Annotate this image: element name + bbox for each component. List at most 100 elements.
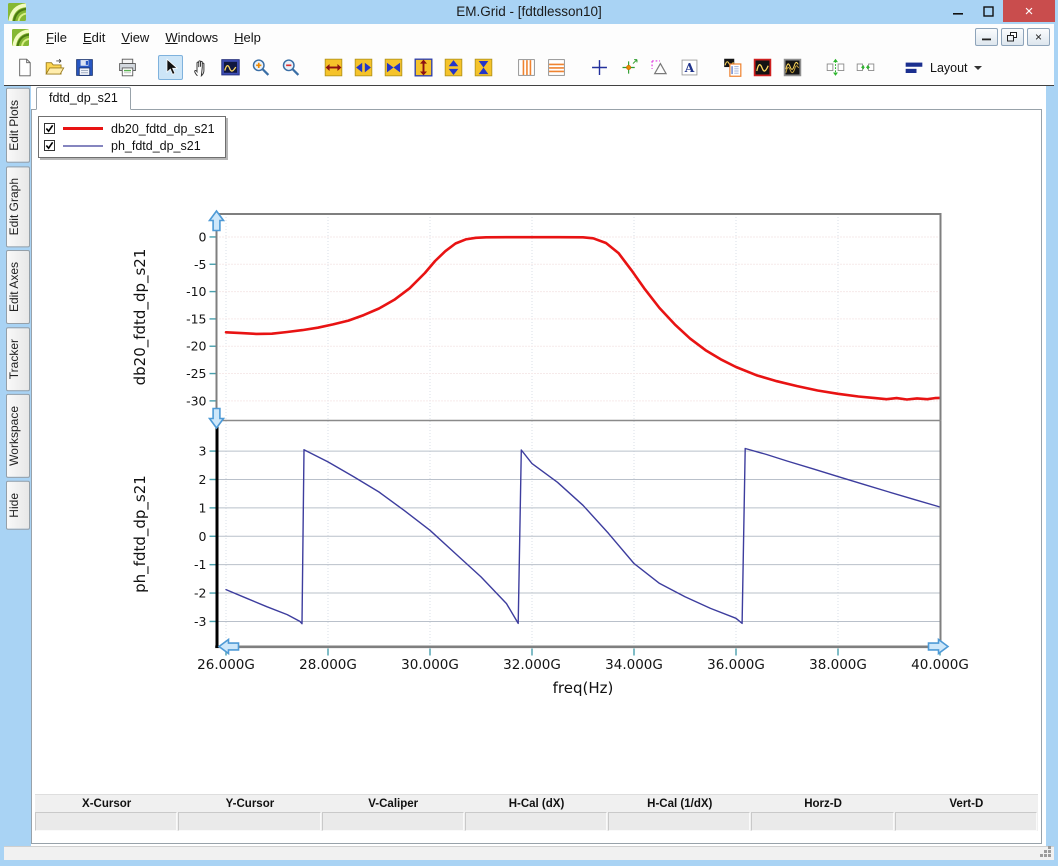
vertical-gridlines-button[interactable]	[514, 55, 539, 80]
traces-button[interactable]	[780, 55, 805, 80]
expand-x-button[interactable]	[321, 55, 346, 80]
h-expand-icon	[323, 57, 344, 78]
layout-menu-button[interactable]: Layout	[898, 55, 988, 81]
chevron-down-icon	[974, 66, 982, 70]
sidebar: Edit Plots Edit Graph Edit Axes Tracker Work…	[4, 86, 31, 846]
axes-cross-button[interactable]	[587, 55, 612, 80]
legend-line-sample	[63, 145, 103, 147]
legend-toggle-button[interactable]	[720, 55, 745, 80]
menu-view[interactable]: View	[113, 26, 157, 49]
select-tool-button[interactable]	[158, 55, 183, 80]
status-value-cell	[895, 812, 1037, 831]
x-tick-label: 40.000G	[911, 657, 969, 673]
x-tick-label: 26.000G	[197, 657, 255, 673]
legend-checkbox[interactable]	[44, 140, 55, 151]
pan-hand-icon	[190, 57, 211, 78]
status-col-h-cal-1-dx-: H-Cal (1/dX)	[608, 795, 751, 812]
zoom-in-button[interactable]	[248, 55, 273, 80]
menu-windows[interactable]: Windows	[157, 26, 226, 49]
minimize-button[interactable]	[943, 0, 973, 22]
h-distribute-icon	[855, 57, 876, 78]
status-value-cell	[465, 812, 607, 831]
status-value-cell	[35, 812, 177, 831]
mdi-restore-button[interactable]	[1001, 28, 1024, 46]
edit-trace-button[interactable]	[750, 55, 775, 80]
close-icon: ×	[1025, 4, 1034, 19]
x-tick-label: 34.000G	[605, 657, 663, 673]
sidebar-tab-edit-graph[interactable]: Edit Graph	[6, 166, 30, 247]
menu-help[interactable]: Help	[226, 26, 269, 49]
zoom-window-button[interactable]	[218, 55, 243, 80]
y-tick-label: -30	[186, 393, 206, 408]
menu-edit[interactable]: Edit	[75, 26, 113, 49]
legend-checkbox[interactable]	[44, 123, 55, 134]
h-in-icon	[383, 57, 404, 78]
sidebar-tab-edit-axes[interactable]: Edit Axes	[6, 250, 30, 324]
print-button[interactable]	[115, 55, 140, 80]
select-arrow-icon	[160, 57, 181, 78]
layout-label: Layout	[930, 61, 968, 75]
mdi-minimize-button[interactable]	[975, 28, 998, 46]
pan-tool-button[interactable]	[188, 55, 213, 80]
distribute-vertical-button[interactable]	[823, 55, 848, 80]
sidebar-tab-tracker[interactable]: Tracker	[6, 327, 30, 391]
plot-canvas[interactable]: 0-5-10-15-20-25-30db20_fdtd_dp_s213210-1…	[32, 110, 1041, 810]
axis-arrow-right-icon[interactable]	[929, 640, 949, 654]
mdi-close-icon: ×	[1035, 32, 1042, 42]
close-button[interactable]: ×	[1003, 0, 1055, 22]
tab-fdtd-dp-s21[interactable]: fdtd_dp_s21	[36, 87, 131, 110]
caliper-icon	[649, 57, 670, 78]
mdi-restore-icon	[1007, 32, 1018, 42]
maximize-button[interactable]	[973, 0, 1003, 22]
zoom-in-icon	[250, 57, 271, 78]
status-col-horz-d: Horz-D	[751, 795, 894, 812]
status-value-cell	[322, 812, 464, 831]
shrink-x-button[interactable]	[381, 55, 406, 80]
sidebar-tab-edit-plots[interactable]: Edit Plots	[6, 88, 30, 163]
status-strip	[4, 846, 1054, 860]
print-icon	[117, 57, 138, 78]
axis-arrow-down-icon[interactable]	[209, 409, 223, 429]
status-value-cell	[608, 812, 750, 831]
y-tick-label: -20	[186, 339, 206, 354]
new-document-button[interactable]	[12, 55, 37, 80]
resize-grip[interactable]	[1039, 845, 1052, 858]
save-button[interactable]	[72, 55, 97, 80]
y-tick-label: 1	[199, 500, 207, 515]
axis-arrow-left-icon[interactable]	[219, 640, 239, 654]
legend-entry: db20_fdtd_dp_s21	[44, 120, 215, 137]
tracker-tool-button[interactable]	[617, 55, 642, 80]
menu-file[interactable]: File	[38, 26, 75, 49]
y-tick-label: -10	[186, 284, 206, 299]
mdi-close-button[interactable]: ×	[1027, 28, 1050, 46]
y-axis-title: db20_fdtd_dp_s21	[131, 249, 150, 386]
y-tick-label: 0	[199, 529, 207, 544]
stretch-x-button[interactable]	[351, 55, 376, 80]
status-value-cell	[751, 812, 893, 831]
layout-icon	[904, 58, 924, 78]
y-tick-label: -2	[194, 586, 206, 601]
sidebar-tab-hide[interactable]: Hide	[6, 481, 30, 530]
trace-db20_fdtd_dp_s21	[226, 237, 940, 399]
distribute-horizontal-button[interactable]	[853, 55, 878, 80]
text-label-button[interactable]: A	[677, 55, 702, 80]
menu-bar: FileEditViewWindowsHelp ×	[4, 24, 1054, 50]
horizontal-gridlines-button[interactable]	[544, 55, 569, 80]
window-title: EM.Grid - [fdtdlesson10]	[0, 4, 1058, 19]
y-tick-label: -3	[194, 614, 206, 629]
x-tick-label: 38.000G	[809, 657, 867, 673]
y-tick-label: -15	[186, 311, 206, 326]
zoom-out-button[interactable]	[278, 55, 303, 80]
open-folder-icon	[44, 57, 65, 78]
sidebar-tab-workspace[interactable]: Workspace	[6, 394, 30, 478]
caliper-tool-button[interactable]	[647, 55, 672, 80]
open-file-button[interactable]	[42, 55, 67, 80]
stretch-y-button[interactable]	[441, 55, 466, 80]
shrink-y-button[interactable]	[471, 55, 496, 80]
x-tick-label: 28.000G	[299, 657, 357, 673]
cursor-status-table: X-CursorY-CursorV-CaliperH-Cal (dX)H-Cal…	[35, 794, 1038, 831]
save-icon	[74, 57, 95, 78]
zoom-window-icon	[220, 57, 241, 78]
v-out-icon	[443, 57, 464, 78]
expand-y-button[interactable]	[411, 55, 436, 80]
